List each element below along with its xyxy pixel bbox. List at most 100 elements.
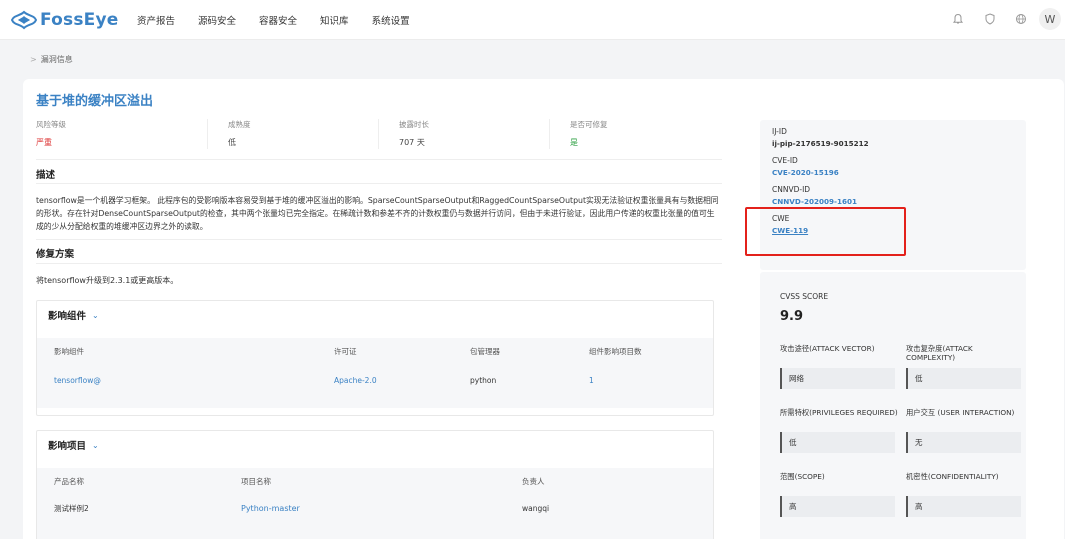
col-header-affected-projects: 组件影响项目数 [589,347,642,356]
bell-icon[interactable] [949,10,967,28]
cwe-id: CWE CWE-119 [772,214,808,235]
affected-components-title: 影响组件 [48,311,87,322]
cwe-id-link[interactable]: CWE-119 [772,226,808,235]
cvss-item-value: 网络 [780,368,895,389]
vuln-title: 基于堆的缓冲区溢出 [36,94,154,109]
chevron-down-icon[interactable]: ⌄ [92,441,99,450]
components-table: 影响组件 许可证 包管理器 组件影响项目数 tensorflow@ Apache… [37,338,713,408]
top-header: FossEye 资产报告 源码安全 容器安全 知识库 系统设置 W [0,0,1065,40]
col-header-product: 产品名称 [54,477,84,486]
app-name: FossEye [40,10,119,30]
metric-label: 披露时长 [399,120,429,129]
component-name-link[interactable]: tensorflow@ [37,376,317,385]
cvss-score: 9.9 [780,309,804,324]
vuln-detail-card: 基于堆的缓冲区溢出 风险等级 严重 成熟度 低 披露时长 707 天 是否可修复… [23,79,1064,539]
divider [36,239,722,240]
cvss-panel: CVSS SCORE 9.9 攻击途径(ATTACK VECTOR) 网络 攻击… [760,272,1026,539]
cvss-privileges-required: 所需特权(PRIVILEGES REQUIRED) 低 [780,408,898,453]
breadcrumb-current[interactable]: 漏洞信息 [41,55,73,64]
breadcrumb: > 漏洞信息 [30,54,73,65]
nav-system-settings[interactable]: 系统设置 [372,13,410,27]
table-header-row: 产品名称 项目名称 负责人 [37,468,713,495]
metric-label: 成熟度 [228,120,251,129]
id-label: IJ-ID [772,127,787,136]
metric-maturity: 成熟度 低 [207,119,378,149]
affected-count-link[interactable]: 1 [572,376,692,385]
cvss-item-name: 攻击途径(ATTACK VECTOR) [780,344,875,353]
cvss-item-value: 低 [906,368,1021,389]
affected-components-header[interactable]: 影响组件 ⌄ [37,301,713,329]
shield-icon[interactable] [981,10,999,28]
metric-risk-level: 风险等级 严重 [36,119,207,149]
divider [36,263,722,264]
license-link[interactable]: Apache-2.0 [317,376,453,385]
cvss-item-name: 攻击复杂度(ATTACK COMPLEXITY) [906,344,973,362]
fosseye-logo-icon [10,10,38,30]
product-name: 测试样例2 [54,503,89,513]
id-label: CVE-ID [772,156,798,165]
col-header-package-manager: 包管理器 [470,347,500,356]
affected-projects-panel: 影响项目 ⌄ 产品名称 项目名称 负责人 测试样例2 Python-master… [36,430,714,539]
divider [36,183,722,184]
vuln-metrics: 风险等级 严重 成熟度 低 披露时长 707 天 是否可修复 是 [36,119,722,149]
cvss-scope: 范围(SCOPE) 高 [780,472,898,517]
cvss-user-interaction: 用户交互 (USER INTERACTION) 无 [906,408,1024,453]
id-label: CNNVD-ID [772,185,811,194]
user-avatar[interactable]: W [1039,8,1061,30]
nav-asset-report[interactable]: 资产报告 [137,13,175,27]
table-row: tensorflow@ Apache-2.0 python 1 [37,365,713,395]
description-heading: 描述 [36,170,56,181]
cvss-attack-vector: 攻击途径(ATTACK VECTOR) 网络 [780,344,898,389]
project-name-link[interactable]: Python-master [224,504,505,513]
affected-components-panel: 影响组件 ⌄ 影响组件 许可证 包管理器 组件影响项目数 tensorflow@… [36,300,714,416]
cvss-item-name: 范围(SCOPE) [780,472,825,481]
col-header-component: 影响组件 [54,347,84,356]
fosseye-logo[interactable]: FossEye [10,9,118,31]
nav-container-security[interactable]: 容器安全 [259,13,297,27]
affected-projects-title: 影响项目 [48,441,87,452]
metric-label: 是否可修复 [570,120,608,129]
fix-text: 将tensorflow升级到2.3.1或更高版本。 [36,276,179,285]
metric-value: 是 [570,138,578,147]
description-text: tensorflow是一个机器学习框架。 此程序包的受影响版本容易受到基于堆的缓… [36,196,719,231]
col-header-owner: 负责人 [522,477,545,486]
cve-id: CVE-ID CVE-2020-15196 [772,156,839,177]
owner-name: wangqi [522,503,550,513]
cvss-item-value: 无 [906,432,1021,453]
breadcrumb-separator: > [30,55,37,64]
metric-disclosure-time: 披露时长 707 天 [378,119,549,149]
cvss-confidentiality: 机密性(CONFIDENTIALITY) 高 [906,472,1024,517]
affected-projects-header[interactable]: 影响项目 ⌄ [37,431,713,459]
divider [36,159,722,160]
metric-value: 严重 [36,138,52,147]
package-manager: python [470,375,497,385]
chevron-down-icon[interactable]: ⌄ [92,311,99,320]
table-header-row: 影响组件 许可证 包管理器 组件影响项目数 [37,338,713,365]
metric-value: 低 [228,138,236,147]
fix-heading: 修复方案 [36,249,75,260]
cvss-item-value: 低 [780,432,895,453]
id-label: CWE [772,214,790,223]
cnnvd-id-link[interactable]: CNNVD-202009-1601 [772,197,857,206]
metric-value: 707 天 [399,138,425,147]
cve-id-link[interactable]: CVE-2020-15196 [772,168,839,177]
metric-label: 风险等级 [36,120,66,129]
projects-table: 产品名称 项目名称 负责人 测试样例2 Python-master wangqi [37,468,713,539]
table-row: 测试样例2 Python-master wangqi [37,495,713,521]
globe-icon[interactable] [1012,10,1030,28]
col-header-license: 许可证 [334,347,357,356]
ij-id: IJ-ID ij-pip-2176519-9015212 [772,127,869,148]
cvss-item-name: 用户交互 (USER INTERACTION) [906,408,1015,417]
nav-source-security[interactable]: 源码安全 [198,13,236,27]
identifiers-panel: IJ-ID ij-pip-2176519-9015212 CVE-ID CVE-… [760,120,1026,270]
cvss-label: CVSS SCORE [780,292,829,301]
nav-knowledge-base[interactable]: 知识库 [320,13,349,27]
cnnvd-id: CNNVD-ID CNNVD-202009-1601 [772,185,857,206]
cvss-item-value: 高 [780,496,895,517]
cvss-item-name: 所需特权(PRIVILEGES REQUIRED) [780,408,898,417]
ij-id-value: ij-pip-2176519-9015212 [772,139,869,148]
cvss-item-name: 机密性(CONFIDENTIALITY) [906,472,999,481]
main-nav: 资产报告 源码安全 容器安全 知识库 系统设置 [137,13,433,27]
cvss-attack-complexity: 攻击复杂度(ATTACK COMPLEXITY) 低 [906,344,1024,389]
col-header-project: 项目名称 [241,477,271,486]
